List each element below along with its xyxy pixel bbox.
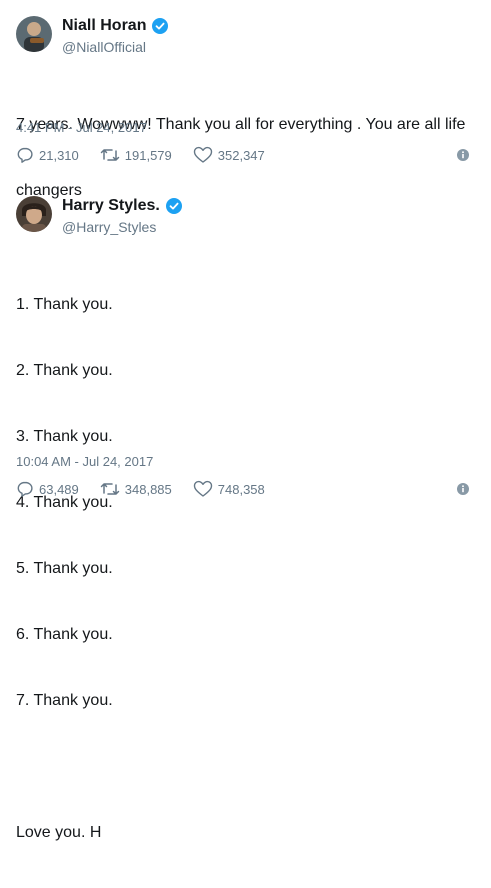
reply-icon: [17, 147, 33, 163]
tweet-text-line: Love you. H: [16, 824, 102, 841]
user-handle[interactable]: @NiallOfficial: [62, 39, 146, 55]
tweet-text-line: 2. Thank you.: [16, 362, 113, 379]
avatar[interactable]: [16, 196, 52, 232]
reply-icon: [17, 481, 33, 497]
user-handle[interactable]: @Harry_Styles: [62, 219, 156, 235]
avatar[interactable]: [16, 16, 52, 52]
retweet-button[interactable]: 191,579: [100, 146, 172, 164]
reply-button[interactable]: 63,489: [16, 480, 79, 498]
tweet-card: Niall Horan @NiallOfficial 7 years. Woww…: [0, 0, 491, 199]
tweet-card: Harry Styles. @Harry_Styles 1. Thank you…: [0, 180, 491, 841]
timestamp[interactable]: 10:04 AM - Jul 24, 2017: [16, 454, 153, 469]
like-icon: [193, 146, 212, 163]
tweet-text: 1. Thank you. 2. Thank you. 3. Thank you…: [16, 250, 475, 888]
tweet-actions: 21,310 191,579 352,347: [16, 146, 286, 164]
reply-button[interactable]: 21,310: [16, 146, 79, 164]
retweet-count: 191,579: [124, 147, 172, 163]
info-icon[interactable]: [457, 483, 469, 495]
retweet-icon: [100, 483, 120, 495]
retweet-button[interactable]: 348,885: [100, 480, 172, 498]
reply-count: 63,489: [39, 481, 79, 497]
verified-badge-icon: [165, 198, 182, 214]
display-name[interactable]: Harry Styles.: [62, 197, 160, 215]
display-name[interactable]: Niall Horan: [62, 17, 146, 35]
like-icon: [193, 480, 212, 497]
tweet-text-line: 7. Thank you.: [16, 692, 113, 709]
tweet-text-line: 3. Thank you.: [16, 428, 113, 445]
tweet-text-line: 6. Thank you.: [16, 626, 113, 643]
verified-badge-icon: [152, 18, 169, 34]
info-icon[interactable]: [457, 149, 469, 161]
like-button[interactable]: 352,347: [193, 146, 265, 164]
tweet-text-line: 1. Thank you.: [16, 296, 113, 313]
like-count: 352,347: [217, 147, 265, 163]
like-count: 748,358: [217, 481, 265, 497]
tweet-text-line: 5. Thank you.: [16, 560, 113, 577]
reply-count: 21,310: [39, 147, 79, 163]
retweet-icon: [100, 149, 120, 161]
tweet-actions: 63,489 348,885 748,358: [16, 480, 286, 498]
retweet-count: 348,885: [124, 481, 172, 497]
like-button[interactable]: 748,358: [193, 480, 265, 498]
timestamp[interactable]: 4:41 PM - Jul 24, 2017: [16, 120, 147, 135]
